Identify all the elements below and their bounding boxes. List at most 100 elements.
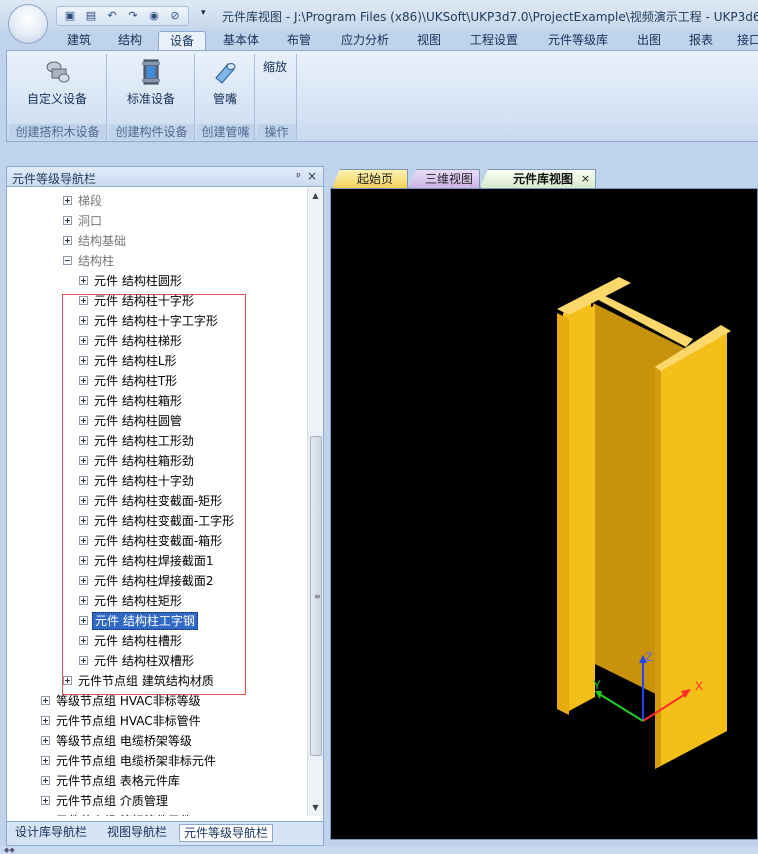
expand-icon[interactable] xyxy=(79,296,88,305)
tree-item[interactable]: 元件 结构柱圆形 xyxy=(79,271,184,291)
expand-icon[interactable] xyxy=(63,676,72,685)
expand-icon[interactable] xyxy=(79,656,88,665)
standard-equipment-button[interactable]: 标准设备 xyxy=(109,58,193,107)
tree-item[interactable]: 结构柱 xyxy=(63,251,116,271)
tab-view-navigator[interactable]: 视图导航栏 xyxy=(103,824,171,842)
tree-item[interactable]: 元件 结构柱焊接截面1 xyxy=(79,551,215,571)
tree-item[interactable]: 元件节点组 HVAC非标管件 xyxy=(41,711,203,731)
expand-icon[interactable] xyxy=(79,636,88,645)
tree-item[interactable]: 元件 结构柱焊接截面2 xyxy=(79,571,215,591)
tree-item[interactable]: 梯段 xyxy=(63,191,104,211)
expand-icon[interactable] xyxy=(63,196,72,205)
expand-icon[interactable] xyxy=(79,336,88,345)
scrollbar-thumb[interactable]: ≡ xyxy=(310,436,322,756)
tree-item[interactable]: 元件 结构柱双槽形 xyxy=(79,651,196,671)
expand-icon[interactable] xyxy=(63,236,72,245)
save-icon[interactable]: ▣ xyxy=(61,8,79,24)
tab-component-library[interactable]: 元件等级库 xyxy=(540,31,616,50)
tree-item[interactable]: 等级节点组 电缆桥架等级 xyxy=(41,731,194,751)
tab-drawing[interactable]: 出图 xyxy=(628,31,670,50)
tree-item[interactable]: 等级节点组 HVAC非标等级 xyxy=(41,691,203,711)
expand-icon[interactable] xyxy=(63,216,72,225)
expand-icon[interactable] xyxy=(79,436,88,445)
tree-item[interactable]: 元件 结构柱变截面-矩形 xyxy=(79,491,224,511)
expand-icon[interactable] xyxy=(79,416,88,425)
expand-icon[interactable] xyxy=(79,356,88,365)
tree-item[interactable]: 元件 结构柱变截面-箱形 xyxy=(79,531,224,551)
tree-item[interactable]: 元件 结构柱工字钢 xyxy=(79,611,198,631)
tab-3d-view[interactable]: 三维视图 xyxy=(408,169,480,188)
collapse-icon[interactable] xyxy=(63,256,72,265)
expand-icon[interactable] xyxy=(79,556,88,565)
expand-icon[interactable] xyxy=(41,716,50,725)
tree-item[interactable]: 元件 结构柱变截面-工字形 xyxy=(79,511,236,531)
tree-item[interactable]: 元件 结构柱L形 xyxy=(79,351,179,371)
tree-item[interactable]: 元件节点组 介质管理 xyxy=(41,791,170,811)
tab-report[interactable]: 报表 xyxy=(680,31,722,50)
expand-icon[interactable] xyxy=(79,376,88,385)
tab-building[interactable]: 建筑 xyxy=(58,31,100,50)
expand-icon[interactable] xyxy=(79,276,88,285)
tree-item[interactable]: 元件 结构柱矩形 xyxy=(79,591,184,611)
undo-icon[interactable]: ↶ xyxy=(103,8,121,24)
redo-icon[interactable]: ↷ xyxy=(124,8,142,24)
tab-design-library-navigator[interactable]: 设计库导航栏 xyxy=(11,824,91,842)
tree-item[interactable]: 元件 结构柱槽形 xyxy=(79,631,184,651)
tab-interface[interactable]: 接口 xyxy=(734,31,758,50)
expand-icon[interactable] xyxy=(79,496,88,505)
tree-item[interactable]: 元件 结构柱十字形 xyxy=(79,291,196,311)
tree-item[interactable]: 元件节点组 电缆桥架非标元件 xyxy=(41,751,218,771)
expand-icon[interactable] xyxy=(41,756,50,765)
expand-icon[interactable] xyxy=(41,736,50,745)
expand-icon[interactable] xyxy=(79,476,88,485)
expand-icon[interactable] xyxy=(79,316,88,325)
tree-item[interactable]: 元件 结构柱工形劲 xyxy=(79,431,196,451)
eye-icon[interactable]: ◉ xyxy=(145,8,163,24)
tab-structure[interactable]: 结构 xyxy=(108,31,152,50)
tree-item[interactable]: 元件 结构柱箱形劲 xyxy=(79,451,196,471)
application-menu-button[interactable] xyxy=(8,4,48,44)
qat-dropdown-icon[interactable]: ▾ xyxy=(201,8,206,18)
expand-icon[interactable] xyxy=(79,596,88,605)
save-as-icon[interactable]: ▤ xyxy=(82,8,100,24)
tree-item[interactable]: 结构基础 xyxy=(63,231,128,251)
scroll-up-icon[interactable]: ▲ xyxy=(308,188,323,204)
close-tab-icon[interactable]: × xyxy=(581,170,590,188)
tab-equipment[interactable]: 设备 xyxy=(158,31,206,50)
tree-item[interactable]: 元件节点组 建筑结构材质 xyxy=(63,671,216,691)
tab-component-grade-navigator[interactable]: 元件等级导航栏 xyxy=(179,824,274,842)
tree-item[interactable]: 元件 结构柱十字工字形 xyxy=(79,311,220,331)
tree-item[interactable]: 元件 结构柱箱形 xyxy=(79,391,184,411)
expand-icon[interactable] xyxy=(79,516,88,525)
tree-item[interactable]: 元件 结构柱十字劲 xyxy=(79,471,196,491)
scroll-down-icon[interactable]: ▼ xyxy=(308,800,323,816)
tree-item[interactable]: 洞口 xyxy=(63,211,104,231)
expand-icon[interactable] xyxy=(79,396,88,405)
expand-icon[interactable] xyxy=(41,696,50,705)
tree-item[interactable]: 元件 结构柱T形 xyxy=(79,371,179,391)
zoom-button[interactable]: 缩放 xyxy=(263,58,287,75)
expand-icon[interactable] xyxy=(79,576,88,585)
tree-item[interactable]: 元件节点组 表格元件库 xyxy=(41,771,182,791)
3d-viewport[interactable]: Z X Y xyxy=(330,188,758,840)
expand-icon[interactable] xyxy=(41,796,50,805)
tree-item[interactable]: 元件节点组 管标管件元件 xyxy=(41,811,194,816)
tree-item[interactable]: 元件 结构柱梯形 xyxy=(79,331,184,351)
expand-icon[interactable] xyxy=(79,456,88,465)
tab-basic-solid[interactable]: 基本体 xyxy=(216,31,266,50)
expand-icon[interactable] xyxy=(79,536,88,545)
tree-scrollbar[interactable]: ▲ ≡ ▼ xyxy=(307,188,323,816)
tab-piping[interactable]: 布管 xyxy=(278,31,320,50)
hide-icon[interactable]: ⊘ xyxy=(166,8,184,24)
tree-item[interactable]: 元件 结构柱圆管 xyxy=(79,411,184,431)
expand-icon[interactable] xyxy=(41,776,50,785)
expand-icon[interactable] xyxy=(79,616,88,625)
pin-icon[interactable]: ᵖ xyxy=(296,170,301,183)
nozzle-button[interactable]: 管嘴 xyxy=(197,58,253,107)
tab-project-settings[interactable]: 工程设置 xyxy=(462,31,526,50)
tab-view[interactable]: 视图 xyxy=(410,31,448,50)
tab-stress-analysis[interactable]: 应力分析 xyxy=(334,31,396,50)
tab-start-page[interactable]: 起始页 xyxy=(332,169,408,188)
close-icon[interactable]: × xyxy=(307,169,317,183)
custom-equipment-button[interactable]: 自定义设备 xyxy=(9,58,105,107)
